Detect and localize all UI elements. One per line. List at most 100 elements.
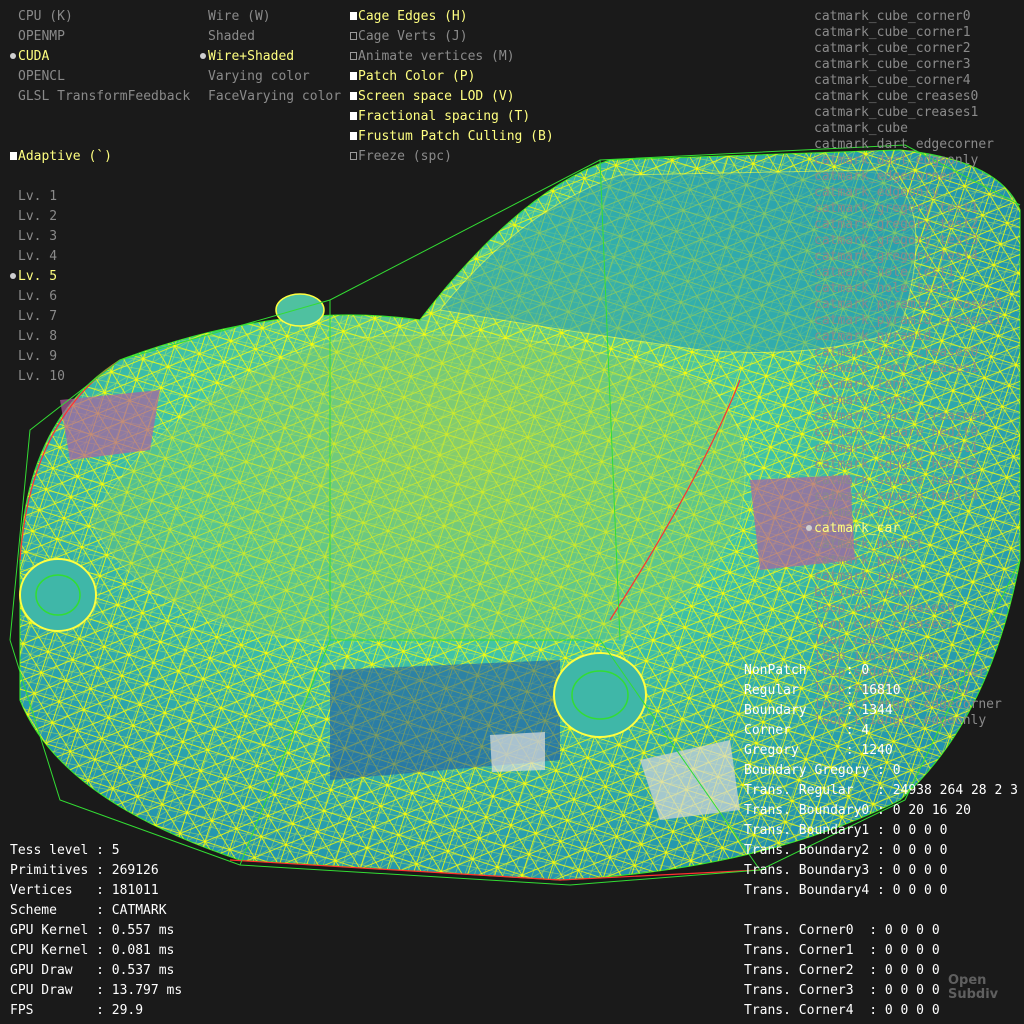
model-item-item[interactable]: catmark_pawn — [806, 553, 1002, 569]
car-headlight-left — [19, 558, 97, 632]
option-checkbox[interactable]: Screen space LOD (V) — [350, 87, 554, 107]
model-item-label: catmark_dart_edgeonly — [814, 153, 979, 168]
stat-line: FPS : 29.9 — [10, 1003, 144, 1018]
adaptive-toggle[interactable]: Adaptive (`) — [10, 147, 112, 167]
model-item-item[interactable]: loop_cube — [806, 633, 1002, 649]
level-option-item[interactable]: Lv. 7 — [10, 307, 65, 327]
model-item-item[interactable]: catmark_bishop — [806, 505, 1002, 521]
level-option-item[interactable]: Lv. 1 — [10, 187, 65, 207]
option-label: Patch Color (P) — [358, 69, 476, 84]
level-option-item[interactable]: Lv. 4 — [10, 247, 65, 267]
model-item-label: catmark_pyramid_creases0 — [814, 297, 1002, 312]
model-item-label: catmark_cube_creases0 — [814, 89, 979, 104]
model-item-item[interactable]: catmark_dart_edgeonly — [806, 153, 1002, 169]
level-menu: Lv. 1 Lv. 2 Lv. 3 Lv. 4 Lv. 5 Lv. 6 Lv. 7 Lv. 8… — [10, 187, 65, 387]
patch-count-line: Trans. Corner0 : 0 0 0 0 — [744, 923, 940, 938]
display-option-item[interactable]: Wire (W) — [200, 7, 341, 27]
model-item-item[interactable]: catmark_cube_corner2 — [806, 41, 1002, 57]
level-option-item[interactable]: Lv. 5 — [10, 267, 65, 287]
model-item-item[interactable]: catmark_car — [806, 521, 1002, 537]
model-item-item[interactable]: catmark_tent_creases0 — [806, 345, 1002, 361]
model-item-item[interactable]: catmark_cube — [806, 121, 1002, 137]
option-label: Cage Edges (H) — [358, 9, 468, 24]
model-item-item[interactable]: catmark_square_hedit4 — [806, 489, 1002, 505]
checkbox-empty-icon — [350, 32, 357, 40]
model-item-item[interactable]: catmark_tent — [806, 377, 1002, 393]
model-item-item[interactable]: catmark_cube_creases0 — [806, 89, 1002, 105]
kernel-option-item[interactable]: CUDA — [10, 47, 190, 67]
model-item-label: catmark_bishop — [814, 505, 924, 520]
checkbox-empty-icon — [350, 152, 357, 160]
model-item-item[interactable]: catmark_gregory_test4 — [806, 249, 1002, 265]
model-item-item[interactable]: catmark_square_hedit0 — [806, 425, 1002, 441]
kernel-option-item[interactable]: OPENCL — [10, 67, 190, 87]
model-item-label: catmark_cube_corner2 — [814, 41, 971, 56]
display-option-item[interactable]: Wire+Shaded — [200, 47, 341, 67]
display-option-item[interactable]: FaceVarying color — [200, 87, 341, 107]
model-item-item[interactable]: loop_cube_creases1 — [806, 617, 1002, 633]
model-item-label: catmark_rook — [814, 569, 908, 584]
kernel-option-item[interactable]: OPENMP — [10, 27, 190, 47]
level-option-item[interactable]: Lv. 8 — [10, 327, 65, 347]
checkbox-checked-icon — [350, 112, 357, 120]
option-checkbox[interactable]: Cage Edges (H) — [350, 7, 554, 27]
model-item-item[interactable]: catmark_pyramid_creases1 — [806, 313, 1002, 329]
model-item-item[interactable]: catmark_pyramid_creases0 — [806, 297, 1002, 313]
kernel-option-item[interactable]: GLSL TransformFeedback — [10, 87, 190, 107]
level-option-label: Lv. 7 — [18, 309, 58, 324]
patch-count-line: Trans. Boundary4 : 0 0 0 0 — [744, 883, 948, 898]
model-item-item[interactable]: catmark_torus_creases0 — [806, 409, 1002, 425]
car-headlight-right — [553, 652, 647, 738]
model-item-item[interactable]: catmark_cube_corner3 — [806, 57, 1002, 73]
model-item-item[interactable]: loop_cube_creases0 — [806, 601, 1002, 617]
level-option-item[interactable]: Lv. 9 — [10, 347, 65, 367]
option-checkbox[interactable]: Patch Color (P) — [350, 67, 554, 87]
option-checkbox[interactable]: Frustum Patch Culling (B) — [350, 127, 554, 147]
level-option-item[interactable]: Lv. 10 — [10, 367, 65, 387]
stat-line: Tess level : 5 — [10, 843, 120, 858]
model-item-item[interactable]: catmark_square_hedit1 — [806, 441, 1002, 457]
display-option-item[interactable]: Shaded — [200, 27, 341, 47]
model-item-item[interactable]: catmark_edgeonly — [806, 185, 1002, 201]
model-item-item[interactable]: catmark_cube_corner4 — [806, 73, 1002, 89]
kernel-option-item[interactable]: CPU (K) — [10, 7, 190, 27]
level-option-item[interactable]: Lv. 2 — [10, 207, 65, 227]
kernel-option-label: OPENCL — [18, 69, 65, 84]
model-item-label: catmark_tent_creases1 — [814, 361, 979, 376]
option-checkbox[interactable]: Cage Verts (J) — [350, 27, 554, 47]
model-item-item[interactable]: catmark_pyramid — [806, 329, 1002, 345]
model-item-item[interactable]: catmark_tent_creases1 — [806, 361, 1002, 377]
model-item-label: catmark_edgecorner — [814, 169, 955, 184]
model-item-label: catmark_cube_corner0 — [814, 9, 971, 24]
model-item-item[interactable]: catmark_cube_corner1 — [806, 25, 1002, 41]
patch-count-line: Trans. Boundary3 : 0 0 0 0 — [744, 863, 948, 878]
model-item-item[interactable]: catmark_dart_edgecorner — [806, 137, 1002, 153]
model-item-item[interactable]: catmark_helmet — [806, 537, 1002, 553]
model-item-item[interactable]: catmark_cube_corner0 — [806, 9, 1002, 25]
model-item-label: catmark_car — [814, 521, 901, 536]
model-item-item[interactable]: catmark_square_hedit3 — [806, 473, 1002, 489]
option-checkbox[interactable]: Animate vertices (M) — [350, 47, 554, 67]
option-label: Cage Verts (J) — [358, 29, 468, 44]
radio-selected-icon — [10, 53, 16, 59]
model-item-item[interactable]: catmark_square_hedit2 — [806, 457, 1002, 473]
display-option-label: Wire+Shaded — [208, 49, 295, 64]
option-checkbox[interactable]: Fractional spacing (T) — [350, 107, 554, 127]
model-item-item[interactable]: catmark_cube_creases1 — [806, 105, 1002, 121]
model-item-item[interactable]: catmark_edgecorner — [806, 169, 1002, 185]
model-item-item[interactable]: catmark_hole_test1 — [806, 265, 1002, 281]
option-checkbox[interactable]: Freeze (spc) — [350, 147, 554, 167]
level-option-item[interactable]: Lv. 6 — [10, 287, 65, 307]
model-item-item[interactable]: catmark_torus — [806, 393, 1002, 409]
model-item-item[interactable]: catmark_gregory_test1 — [806, 201, 1002, 217]
model-item-item[interactable]: catmark_gregory_test3 — [806, 233, 1002, 249]
model-item-item[interactable]: catmark_hole_test2 — [806, 281, 1002, 297]
model-item-label: catmark_helmet — [814, 537, 924, 552]
model-item-item[interactable]: catmark_gregory_test2 — [806, 217, 1002, 233]
kernel-menu: CPU (K) OPENMP CUDA OPENCL GLSL TransformFee… — [10, 7, 190, 107]
display-option-item[interactable]: Varying color — [200, 67, 341, 87]
model-item-label: catmark_tent_creases0 — [814, 345, 979, 360]
level-option-item[interactable]: Lv. 3 — [10, 227, 65, 247]
model-item-item[interactable]: catmark_rook — [806, 569, 1002, 585]
model-item-item[interactable]: bilinear_cube — [806, 585, 1002, 601]
